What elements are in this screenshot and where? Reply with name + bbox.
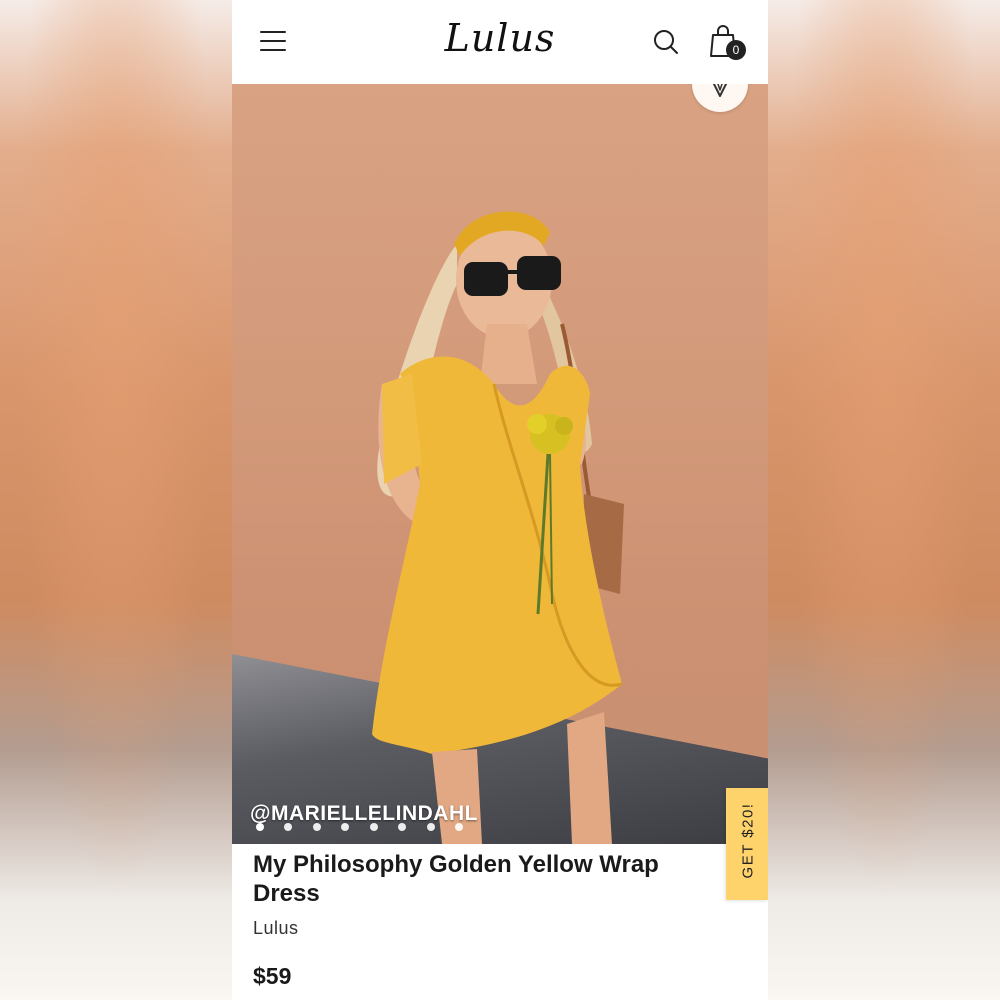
product-price: $59 xyxy=(253,963,292,989)
cart-count-badge: 0 xyxy=(726,40,746,60)
phone-screen: Lulus 0 @MARIELLELINDAHL GET $20! My Phi… xyxy=(232,0,768,1000)
promo-label: GET $20! xyxy=(739,802,757,879)
promo-tab[interactable]: GET $20! xyxy=(726,788,768,900)
background-blur-right xyxy=(768,0,1000,1000)
carousel-dots xyxy=(256,818,479,831)
product-image[interactable]: @MARIELLELINDAHL xyxy=(232,84,768,844)
brand-logo[interactable]: Lulus xyxy=(232,16,768,60)
carousel-dot[interactable] xyxy=(312,823,321,831)
top-navigation-bar: Lulus 0 xyxy=(232,0,768,84)
product-title: My Philosophy Golden Yellow Wrap Dress xyxy=(253,851,659,907)
model-illustration xyxy=(372,211,624,844)
background-blur-left xyxy=(0,0,232,1000)
carousel-dot[interactable] xyxy=(369,823,378,831)
carousel-dot[interactable] xyxy=(426,823,435,831)
search-icon[interactable] xyxy=(652,28,680,56)
carousel-dot[interactable] xyxy=(256,823,264,831)
product-brand[interactable]: Lulus xyxy=(253,918,299,939)
